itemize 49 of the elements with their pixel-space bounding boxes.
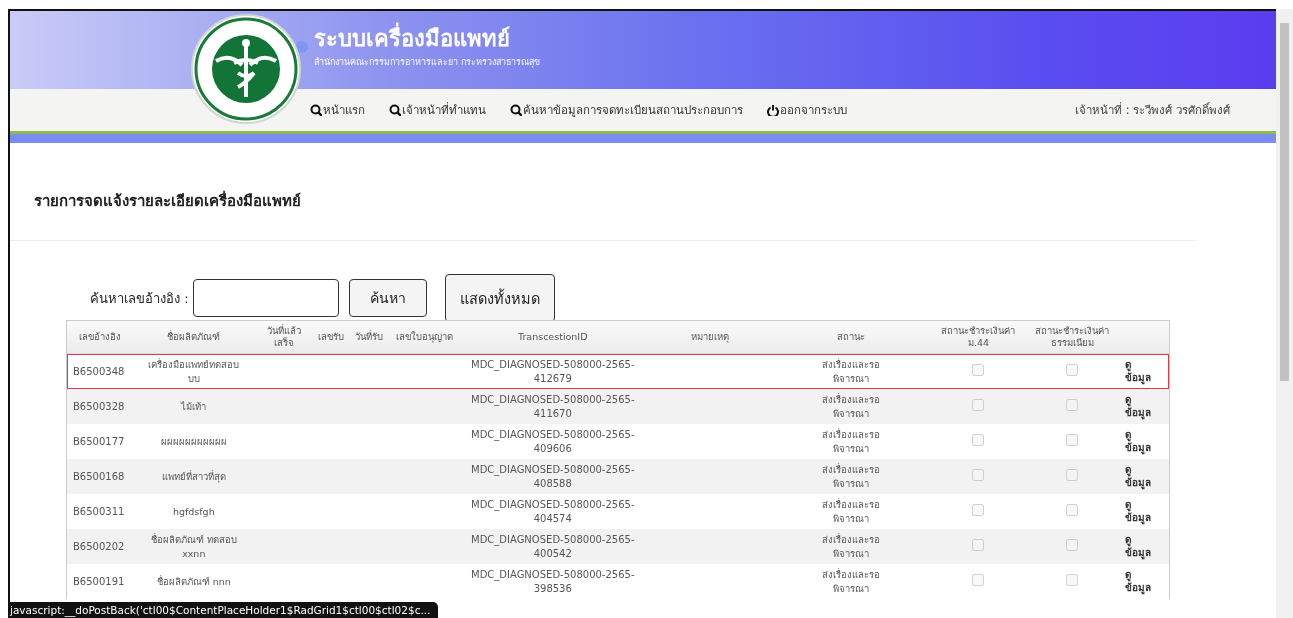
view-link[interactable]: ดู ข้อมูล (1125, 568, 1155, 594)
transaction-cell: MDC_DIAGNOSED-508000-2565-411670 (471, 393, 635, 419)
reference-cell: B6500191 (73, 575, 125, 587)
product-cell: ไม้เท้า (181, 399, 207, 414)
reference-cell: B6500168 (73, 470, 125, 482)
reference-cell: B6500348 (73, 365, 125, 377)
reference-cell: B6500311 (73, 505, 125, 517)
reference-cell: B6500328 (73, 400, 125, 412)
product-cell: ผผผผผผผผผผผ (160, 434, 227, 449)
transaction-cell: MDC_DIAGNOSED-508000-2565-408588 (471, 463, 635, 489)
product-cell: แพทย์ที่สาวที่สุด (161, 469, 226, 484)
search-field[interactable] (192, 279, 339, 317)
status-cell-text: ส่งเรื่องและรอพิจารณา (821, 532, 882, 561)
transaction-cell: MDC_DIAGNOSED-508000-2565-404574 (471, 498, 635, 524)
search-icon (510, 104, 522, 116)
status-cell-text: ส่งเรื่องและรอพิจารณา (821, 497, 882, 526)
bullet-dot (296, 41, 308, 53)
nav-link[interactable]: เจ้าหน้าที่ทำแทน (389, 101, 486, 119)
status-cell-text: ส่งเรื่องและรอพิจารณา (821, 427, 882, 456)
product-cell-text: ชื่อผลิตภัณฑ์ ทดสอบ xxnn (149, 532, 238, 561)
status-cell-text: ส่งเรื่องและรอพิจารณา (821, 357, 882, 386)
nav-link[interactable]: ค้นหาข้อมูลการจดทะเบียนสถานประกอบการ (510, 101, 743, 119)
reference-cell: B6500202 (73, 540, 125, 552)
product-cell-text: เครื่องมือแพทย์ทดสอบบบ (147, 357, 241, 386)
user-label: เจ้าหน้าที่ : ระวีพงศ์ วรศักดิ์พงศ์ (1075, 101, 1230, 119)
view-link[interactable]: ดู ข้อมูล (1125, 498, 1155, 524)
page-heading: รายการจดแจ้งรายละเอียดเครื่องมือแพทย์ (34, 189, 301, 212)
transaction-cell: MDC_DIAGNOSED-508000-2565-400542 (471, 533, 635, 559)
product-cell: ชื่อผลิตภัณฑ์ nnn (156, 574, 231, 589)
show-all-button[interactable]: แสดงทั้งหมด (444, 274, 555, 322)
view-link[interactable]: ดู ข้อมูล (1125, 428, 1155, 454)
transaction-cell: MDC_DIAGNOSED-508000-2565-409606 (471, 428, 635, 454)
nav-link[interactable]: ออกจากระบบ (767, 101, 847, 119)
status-cell-text: ส่งเรื่องและรอพิจารณา (821, 392, 882, 421)
search-button[interactable]: ค้นหา (348, 279, 427, 317)
search-icon (310, 104, 322, 116)
status-tooltip: javascript:__doPostBack('ctl00$ContentPlaceHolder1$RadGrid1$ctl00$ctl02$c... (8, 602, 439, 618)
site-subtitle: สำนักงานคณะกรรมการอาหารและยา กระทรวงสาธารณสุข (314, 56, 540, 69)
power-icon (767, 104, 779, 116)
search-icon (389, 104, 401, 116)
reference-cell: B6500177 (73, 435, 125, 447)
transaction-cell: MDC_DIAGNOSED-508000-2565-412679 (471, 358, 635, 384)
nav-link[interactable]: หน้าแรก (310, 101, 365, 119)
transaction-cell: MDC_DIAGNOSED-508000-2565-398536 (471, 568, 635, 594)
status-cell-text: ส่งเรื่องและรอพิจารณา (821, 567, 882, 596)
view-link[interactable]: ดู ข้อมูล (1125, 358, 1155, 384)
search-label: ค้นหาเลขอ้างอิง : (90, 289, 189, 308)
product-cell: hgfdsfgh (172, 504, 215, 519)
status-cell-text: ส่งเรื่องและรอพิจารณา (821, 462, 882, 491)
